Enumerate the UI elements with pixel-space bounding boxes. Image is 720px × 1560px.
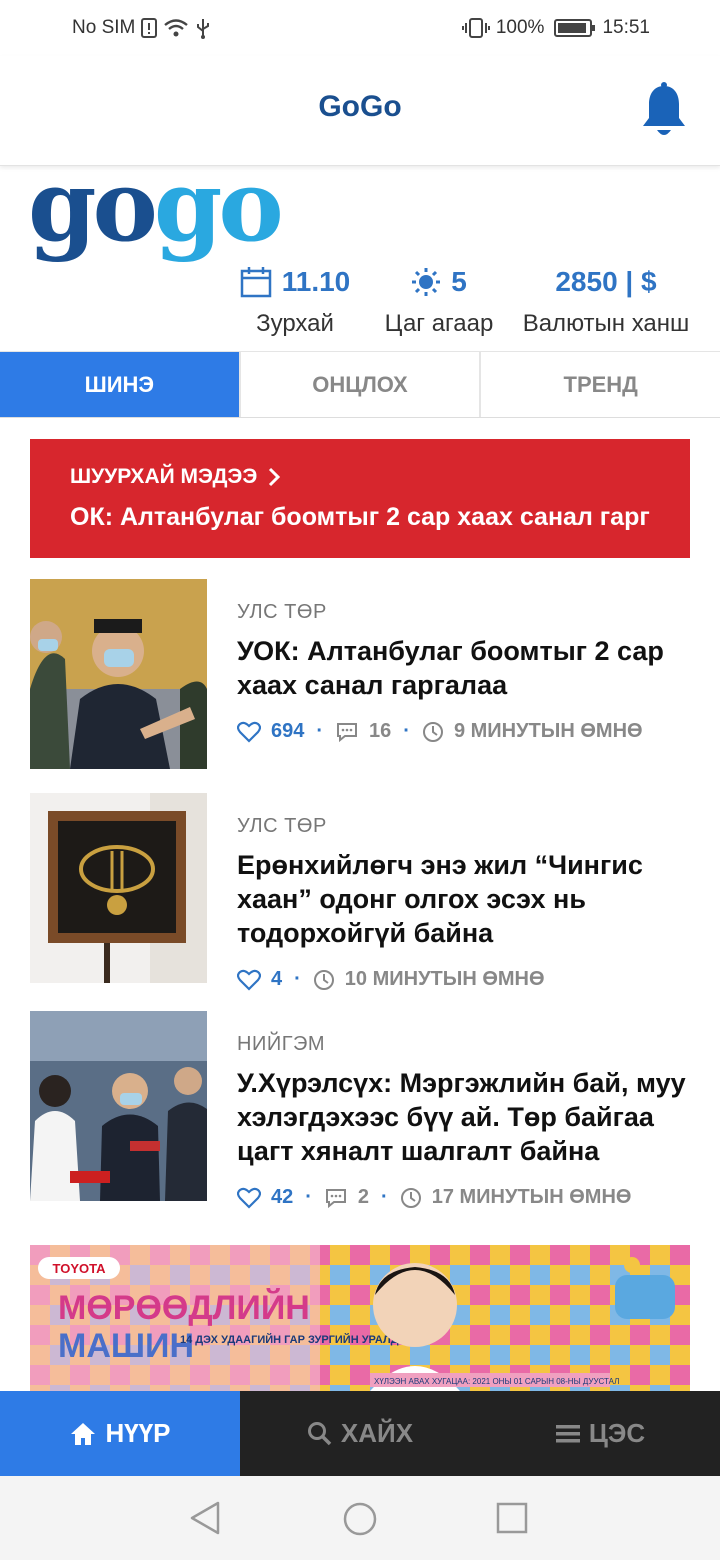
nav-menu-label: ЦЭС	[588, 1418, 646, 1448]
article-card[interactable]: УЛС ТӨР УОК: Алтанбулаг боомтыг 2 сар ха…	[30, 579, 690, 769]
weather-widget[interactable]: 5 Цаг агаар	[380, 262, 498, 338]
article-title[interactable]: У.Хүрэлсүх: Мэргэжлийн бай, муу хэлэгдэх…	[237, 1066, 687, 1168]
horoscope-label: Зурхай	[256, 310, 334, 337]
breaking-news-banner[interactable]: ШУУРХАЙ МЭДЭЭ ОК: Алтанбулаг боомтыг 2 с…	[30, 439, 690, 558]
no-sim-icon	[141, 18, 158, 38]
article-time: 9 МИНУТЫН ӨМНӨ	[453, 720, 643, 742]
clock: 15:51	[602, 17, 650, 38]
ad-footer: ХҮЛЭЭН АВАХ ХУГАЦАА: 2021 ОНЫ 01 САРЫН 0…	[374, 1377, 619, 1386]
comment-count: 2	[357, 1186, 370, 1208]
article-card[interactable]: НИЙГЭМ У.Хүрэлсүх: Мэргэжлийн бай, муу х…	[30, 1011, 690, 1209]
status-right: 100% 15:51	[461, 17, 650, 39]
separator-dot: ·	[381, 1186, 388, 1208]
news-tabs: ШИНЭ ОНЦЛОХ ТРЕНД	[0, 352, 720, 418]
vibrate-icon	[461, 18, 490, 38]
article-time: 17 МИНУТЫН ӨМНӨ	[431, 1186, 632, 1208]
horoscope-widget[interactable]: 11.10 Зурхай	[236, 262, 354, 338]
temperature-value: 5	[451, 266, 467, 297]
heart-icon[interactable]	[237, 1187, 261, 1209]
article-category: УЛС ТӨР	[237, 815, 327, 837]
ad-banner[interactable]: TOYOTA МӨРӨӨДЛИЙН МАШИН 14 ДЭХ УДААГИЙН …	[30, 1245, 690, 1391]
article-thumbnail	[30, 793, 207, 983]
breaking-news-header: ШУУРХАЙ МЭДЭЭ	[70, 465, 281, 489]
separator-dot: ·	[294, 968, 301, 990]
article-title[interactable]: УОК: Алтанбулаг боомтыг 2 сар хаах санал…	[237, 634, 687, 702]
separator-dot: ·	[403, 720, 410, 742]
article-time: 10 МИНУТЫН ӨМНӨ	[344, 968, 545, 990]
wifi-icon	[164, 19, 189, 37]
gogo-logo[interactable]: gogo	[28, 158, 284, 256]
battery-percent: 100%	[495, 17, 545, 38]
ad-line1: МӨРӨӨДЛИЙН	[58, 1288, 310, 1327]
ad-brand: TOYOTA	[53, 1261, 107, 1276]
comment-icon[interactable]	[335, 721, 359, 743]
separator-dot: ·	[305, 1186, 312, 1208]
currency-value: 2850 | $	[555, 266, 657, 297]
article-meta: 42 · 2 · 17 МИНУТЫН ӨМНӨ	[237, 1186, 687, 1209]
comment-count: 16	[369, 720, 392, 742]
ad-image: TOYOTA МӨРӨӨДЛИЙН МАШИН 14 ДЭХ УДААГИЙН …	[30, 1245, 690, 1391]
home-button-icon[interactable]	[342, 1501, 378, 1537]
article-body: НИЙГЭМ У.Хүрэлсүх: Мэргэжлийн бай, муу х…	[237, 1033, 687, 1209]
article-thumbnail	[30, 1011, 207, 1201]
breaking-news-label: ШУУРХАЙ МЭДЭЭ	[70, 465, 258, 488]
nav-home[interactable]: НҮҮР	[0, 1391, 240, 1476]
carrier-text: No SIM	[72, 17, 136, 38]
separator-dot: ·	[316, 720, 324, 742]
usb-icon	[197, 19, 210, 39]
clock-icon	[313, 969, 334, 990]
brand-bar: gogo 11.10 Зурхай 5 Цаг агаар 2850 | $ В…	[0, 158, 720, 352]
article-meta: 694 · 16 · 9 МИНУТЫН ӨМНӨ	[237, 720, 687, 743]
status-bar: No SIM 100% 15:51	[0, 0, 720, 56]
article-body: УЛС ТӨР УОК: Алтанбулаг боомтыг 2 сар ха…	[237, 601, 687, 743]
menu-icon	[555, 1424, 580, 1442]
nav-search-label: ХАЙХ	[340, 1418, 414, 1448]
search-icon	[307, 1421, 332, 1445]
article-meta: 4 · 10 МИНУТЫН ӨМНӨ	[237, 968, 687, 991]
chevron-right-icon	[269, 467, 281, 487]
article-body: УЛС ТӨР Ерөнхийлөгч энэ жил “Чингис хаан…	[237, 815, 687, 991]
breaking-news-headline: ОК: Алтанбулаг боомтыг 2 сар хаах санал …	[70, 503, 650, 531]
nav-menu[interactable]: ЦЭС	[480, 1391, 720, 1476]
currency-widget[interactable]: 2850 | $ Валютын ханш	[520, 262, 692, 338]
like-count: 4	[271, 968, 283, 990]
article-card[interactable]: УЛС ТӨР Ерөнхийлөгч энэ жил “Чингис хаан…	[30, 793, 690, 991]
comment-icon[interactable]	[324, 1187, 348, 1209]
nav-home-label: НҮҮР	[105, 1418, 171, 1448]
calendar-icon	[240, 267, 271, 298]
logo-part-2: go	[153, 149, 284, 264]
article-category: УЛС ТӨР	[237, 601, 327, 623]
tab-new[interactable]: ШИНЭ	[0, 352, 239, 417]
bell-icon[interactable]	[640, 82, 688, 140]
article-title[interactable]: Ерөнхийлөгч энэ жил “Чингис хаан” одонг …	[237, 848, 687, 950]
like-count: 694	[271, 720, 305, 742]
heart-icon[interactable]	[237, 969, 261, 991]
article-thumbnail	[30, 579, 207, 769]
nav-search[interactable]: ХАЙХ	[240, 1391, 480, 1476]
like-count: 42	[271, 1186, 294, 1208]
tab-featured[interactable]: ОНЦЛОХ	[238, 352, 480, 417]
heart-icon[interactable]	[237, 721, 261, 743]
tab-trend[interactable]: ТРЕНД	[479, 352, 720, 417]
weather-label: Цаг агаар	[384, 310, 494, 337]
battery-icon	[554, 19, 596, 37]
ad-line2: МАШИН	[58, 1327, 194, 1365]
article-category: НИЙГЭМ	[237, 1033, 326, 1055]
home-icon	[71, 1422, 96, 1445]
currency-label: Валютын ханш	[522, 310, 690, 337]
logo-part-1: go	[28, 149, 158, 264]
clock-icon	[422, 721, 443, 742]
app-title: GoGo	[318, 90, 402, 123]
recents-icon[interactable]	[496, 1502, 528, 1534]
sun-icon	[412, 268, 441, 296]
system-navigation-bar	[0, 1476, 720, 1560]
back-icon[interactable]	[188, 1500, 222, 1536]
bottom-navigation: НҮҮР ХАЙХ ЦЭС	[0, 1391, 720, 1476]
status-left: No SIM	[72, 17, 211, 39]
date-value: 11.10	[281, 266, 351, 297]
clock-icon	[400, 1187, 421, 1208]
